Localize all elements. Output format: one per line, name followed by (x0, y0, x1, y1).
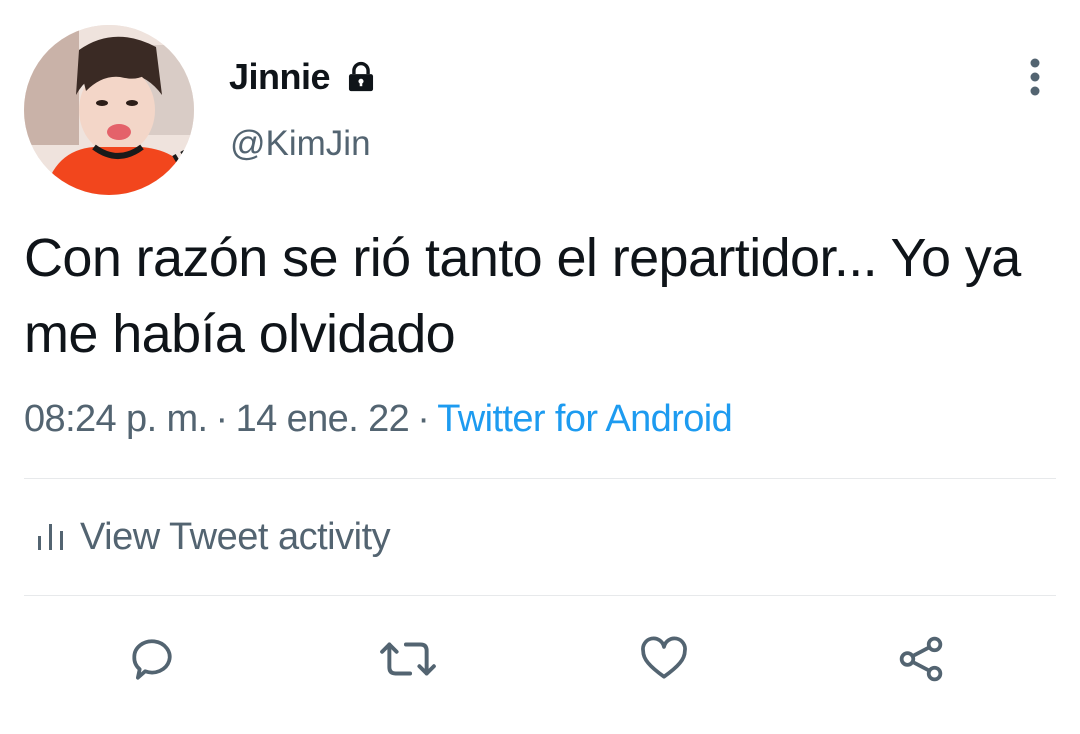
avatar-photo (24, 25, 194, 195)
handle[interactable]: @KimJin (230, 124, 371, 164)
tweet-text: Con razón se rió tanto el repartidor... … (24, 228, 1021, 364)
bar-chart-icon (38, 524, 63, 550)
meta-separator: · (215, 398, 229, 440)
divider (24, 595, 1056, 596)
more-options-button[interactable] (1012, 52, 1058, 102)
display-name[interactable]: Jinnie (229, 56, 331, 98)
reply-button[interactable] (121, 628, 183, 690)
view-tweet-activity-label: View Tweet activity (80, 515, 391, 558)
tweet-meta: 08:24 p. m. · 14 ene. 22 · Twitter for Andro… (24, 392, 733, 446)
avatar[interactable] (24, 25, 194, 195)
share-button[interactable] (890, 628, 952, 690)
divider (24, 478, 1056, 479)
tweet-date[interactable]: 14 ene. 22 (236, 398, 410, 440)
heart-icon (641, 636, 687, 679)
meta-separator: · (417, 398, 430, 440)
more-vertical-icon (1030, 58, 1040, 96)
lock-icon (344, 60, 378, 94)
display-name-row: Jinnie (229, 52, 378, 102)
retweet-icon (380, 642, 436, 676)
share-icon (899, 636, 943, 682)
view-tweet-activity-button[interactable]: View Tweet activity (24, 506, 391, 568)
retweet-button[interactable] (377, 628, 439, 690)
tweet-source-link[interactable]: Twitter for Android (437, 398, 732, 440)
tweet-time[interactable]: 08:24 p. m. (24, 398, 208, 440)
like-button[interactable] (633, 628, 695, 690)
reply-icon (132, 639, 172, 680)
tweet-detail: Jinnie @KimJin Con razón se rió tanto el… (0, 0, 1080, 734)
